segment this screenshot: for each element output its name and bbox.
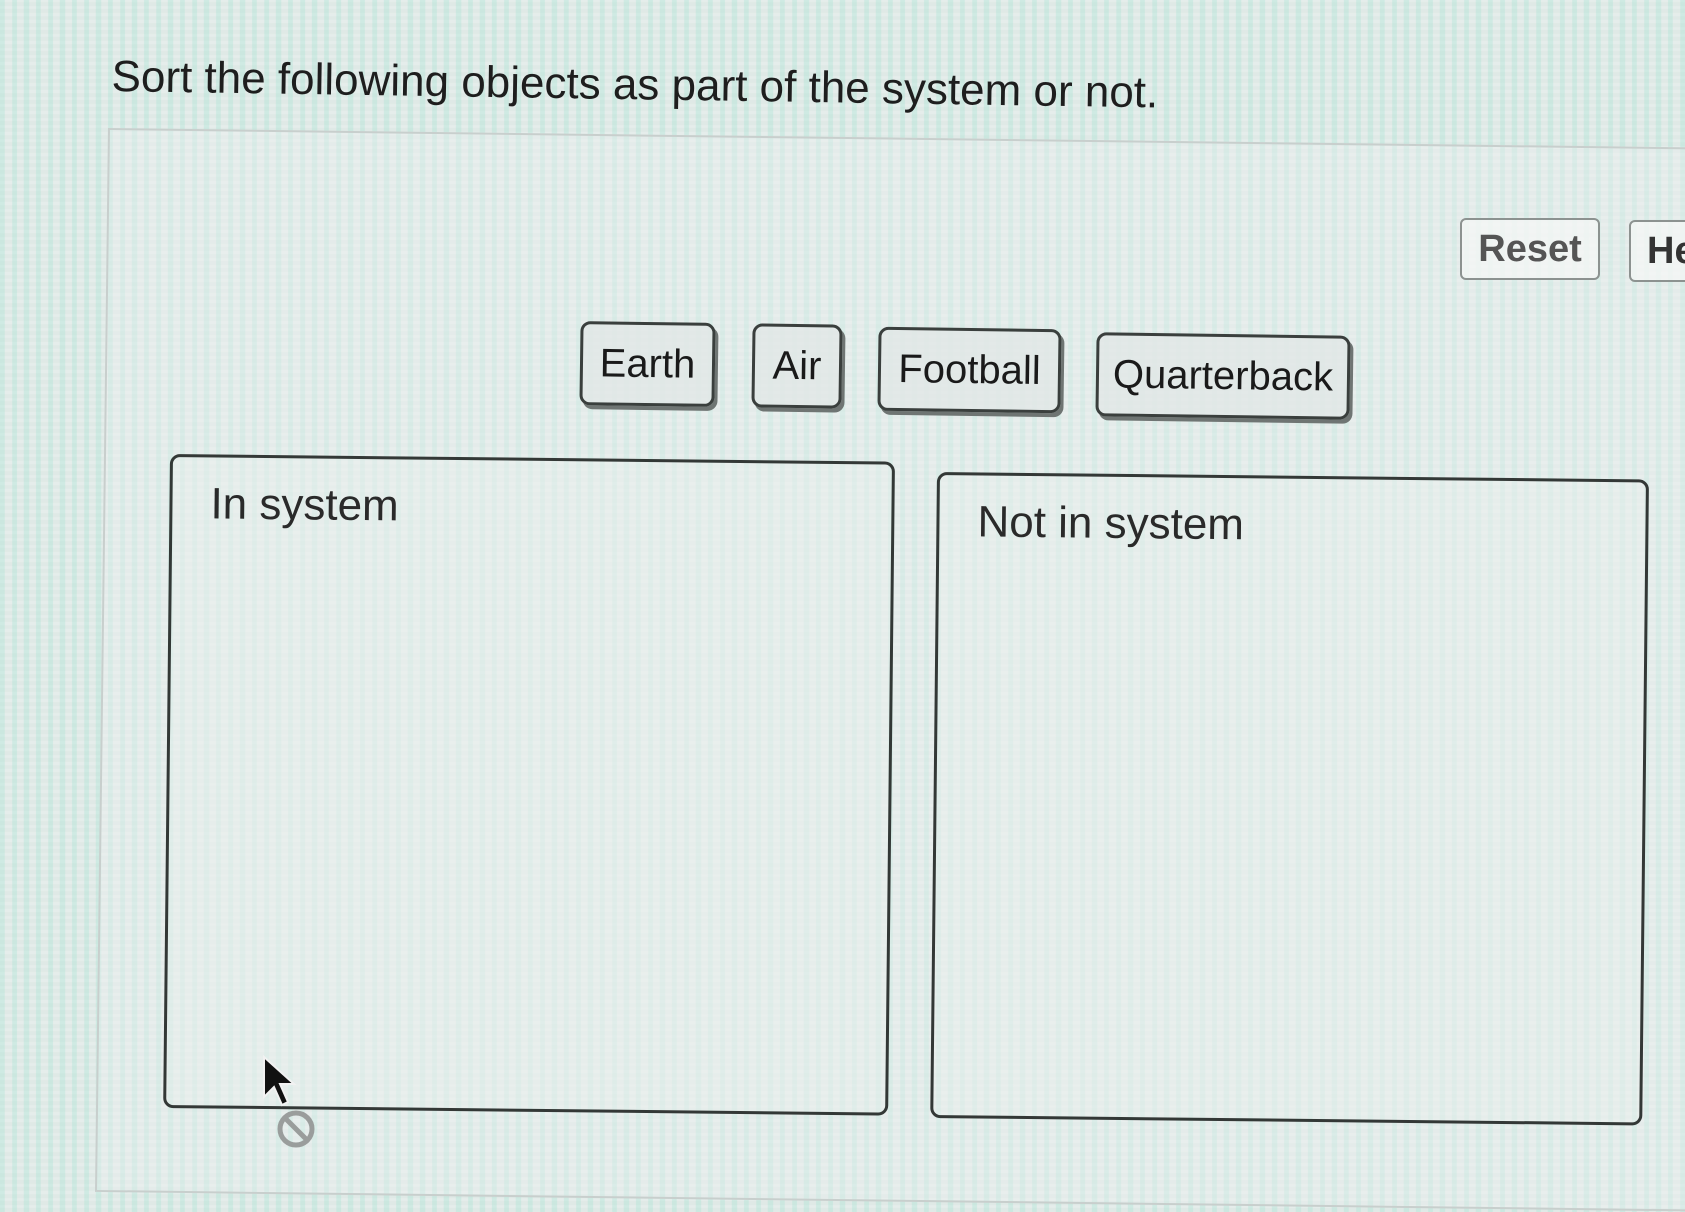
draggable-item-quarterback[interactable]: Quarterback [1095,332,1351,420]
draggable-item-football[interactable]: Football [877,326,1062,414]
question-text: Sort the following objects as part of th… [111,52,1159,118]
draggable-item-air[interactable]: Air [751,323,843,409]
drop-zone-label: In system [210,479,400,531]
help-button[interactable]: He [1629,220,1685,282]
arrow-pointer-no-drop-icon [263,1055,315,1148]
reset-button[interactable]: Reset [1460,218,1600,280]
drop-zone-label: Not in system [977,497,1245,550]
drop-zone-not-in-system[interactable]: Not in system [930,472,1649,1126]
draggable-item-earth[interactable]: Earth [579,321,716,407]
drop-zone-in-system[interactable]: In system [163,454,895,1116]
